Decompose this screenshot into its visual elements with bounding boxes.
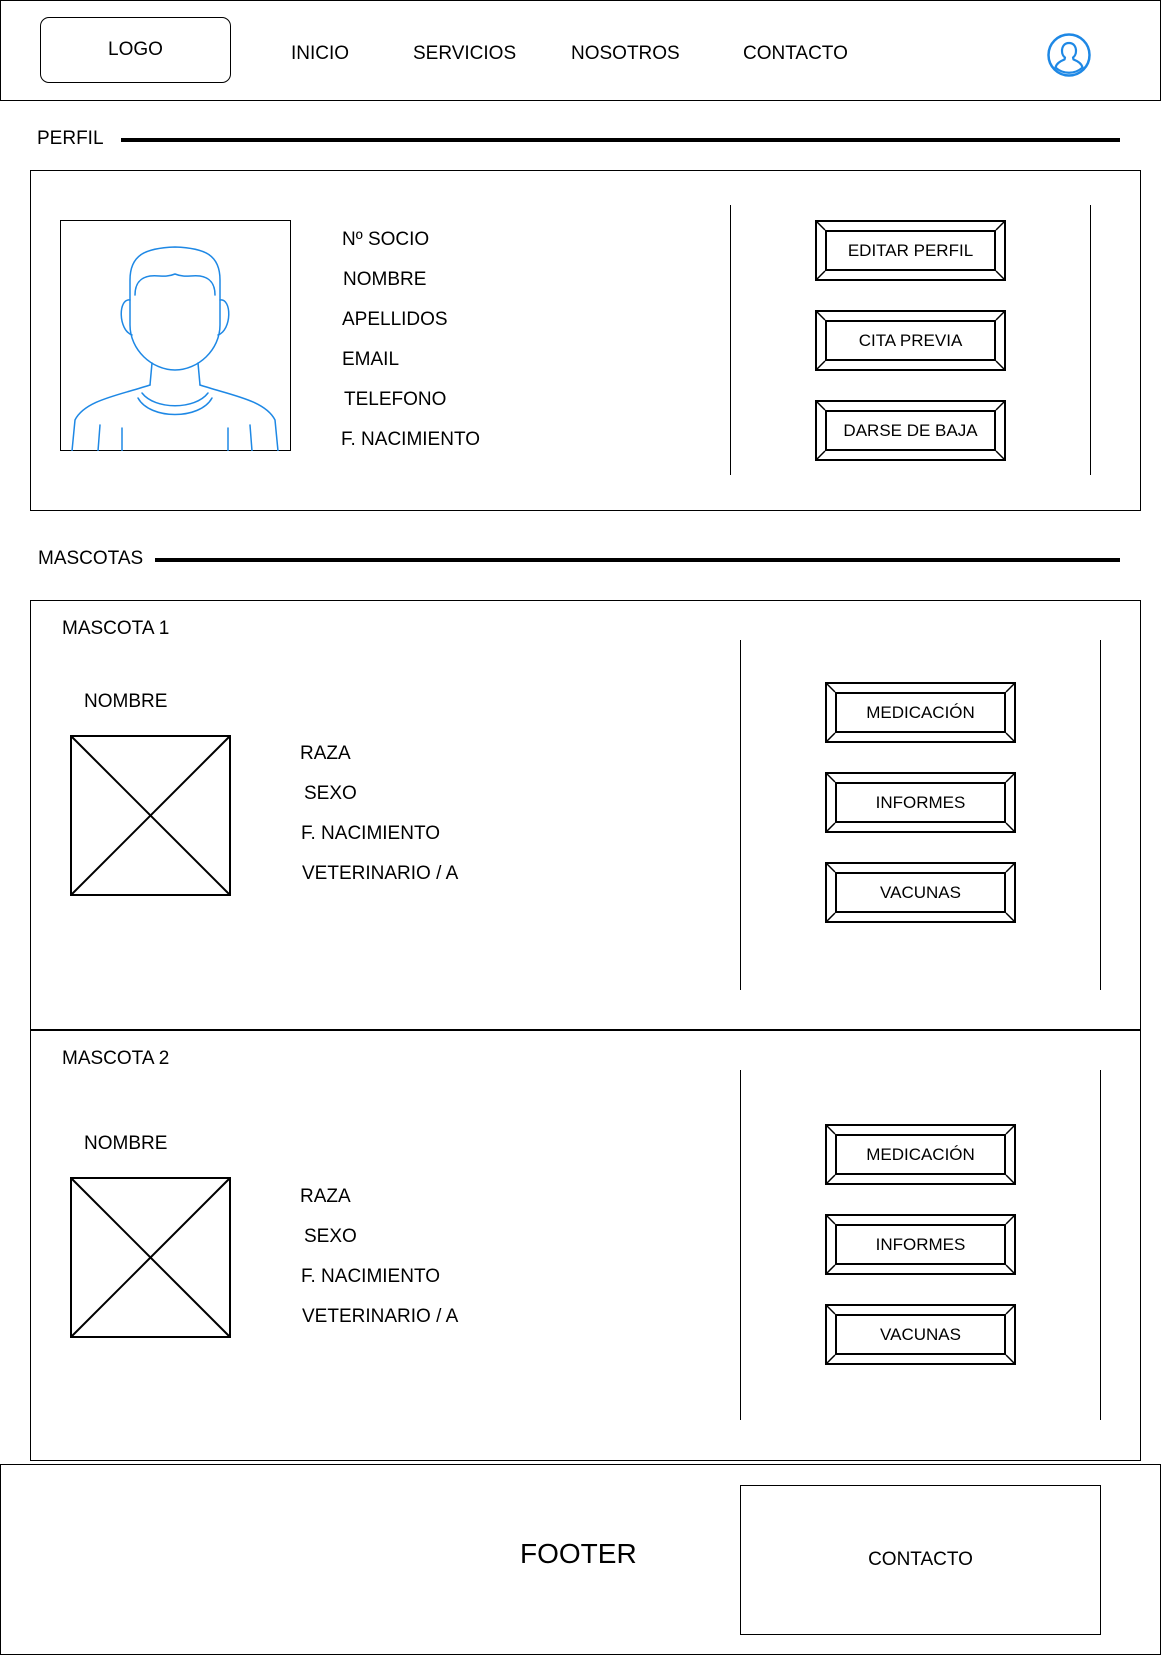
pet-2-divider-left xyxy=(740,1070,741,1420)
profile-field-socio: Nº SOCIO xyxy=(342,229,430,250)
pet-2-divider-right xyxy=(1100,1070,1101,1420)
pet-1-medication-button[interactable]: MEDICACIÓN xyxy=(825,682,1016,743)
pet-2-field-sexo: SEXO xyxy=(304,1226,357,1247)
appointment-label: CITA PREVIA xyxy=(825,320,996,361)
pets-section-divider xyxy=(155,558,1120,562)
edit-profile-label: EDITAR PERFIL xyxy=(825,230,996,271)
pet-2-vaccines-button[interactable]: VACUNAS xyxy=(825,1304,1016,1365)
footer-label: FOOTER xyxy=(520,1538,637,1569)
pet-2-image-placeholder-icon xyxy=(70,1177,231,1338)
pet-1-name: NOMBRE xyxy=(84,691,168,712)
pets-section-title: MASCOTAS xyxy=(38,548,144,569)
profile-divider-right xyxy=(1090,205,1091,475)
profile-divider-left xyxy=(730,205,731,475)
nav-contacto[interactable]: CONTACTO xyxy=(743,43,848,65)
unsubscribe-button[interactable]: DARSE DE BAJA xyxy=(815,400,1006,461)
pet-2-name: NOMBRE xyxy=(84,1133,168,1154)
pet-1-vaccines-button[interactable]: VACUNAS xyxy=(825,862,1016,923)
user-icon[interactable] xyxy=(1047,33,1091,77)
pet-2-reports-label: INFORMES xyxy=(835,1224,1006,1265)
pet-1-reports-label: INFORMES xyxy=(835,782,1006,823)
pet-1-divider-left xyxy=(740,640,741,990)
profile-section-divider xyxy=(121,138,1120,142)
profile-field-nacimiento: F. NACIMIENTO xyxy=(341,429,480,450)
pet-2-vaccines-label: VACUNAS xyxy=(835,1314,1006,1355)
pet-1-image-placeholder-icon xyxy=(70,735,231,896)
pet-1-field-veterinario: VETERINARIO / A xyxy=(302,863,459,884)
pet-2-reports-button[interactable]: INFORMES xyxy=(825,1214,1016,1275)
pet-2-field-veterinario: VETERINARIO / A xyxy=(302,1306,459,1327)
nav-nosotros[interactable]: NOSOTROS xyxy=(571,43,680,65)
profile-field-telefono: TELEFONO xyxy=(344,389,447,410)
pet-2-field-raza: RAZA xyxy=(300,1186,351,1207)
pet-1-vaccines-label: VACUNAS xyxy=(835,872,1006,913)
pet-1-medication-label: MEDICACIÓN xyxy=(835,692,1006,733)
unsubscribe-label: DARSE DE BAJA xyxy=(825,410,996,451)
profile-field-apellidos: APELLIDOS xyxy=(342,309,448,330)
pet-1-reports-button[interactable]: INFORMES xyxy=(825,772,1016,833)
footer-contact-box[interactable]: CONTACTO xyxy=(740,1485,1101,1635)
pet-2-field-nacimiento: F. NACIMIENTO xyxy=(301,1266,440,1287)
pet-2-medication-button[interactable]: MEDICACIÓN xyxy=(825,1124,1016,1185)
profile-section-title: PERFIL xyxy=(37,128,104,149)
nav-servicios[interactable]: SERVICIOS xyxy=(413,43,516,65)
logo[interactable]: LOGO xyxy=(40,17,231,83)
pet-1-title: MASCOTA 1 xyxy=(62,618,170,639)
pet-1-divider-right xyxy=(1100,640,1101,990)
pet-2-medication-label: MEDICACIÓN xyxy=(835,1134,1006,1175)
pet-1-field-sexo: SEXO xyxy=(304,783,357,804)
profile-field-nombre: NOMBRE xyxy=(343,269,427,290)
pet-1-field-raza: RAZA xyxy=(300,743,351,764)
avatar-placeholder-icon xyxy=(60,220,291,452)
footer-contact-label: CONTACTO xyxy=(868,1549,973,1570)
pet-1-field-nacimiento: F. NACIMIENTO xyxy=(301,823,440,844)
profile-field-email: EMAIL xyxy=(342,349,400,370)
pet-2-title: MASCOTA 2 xyxy=(62,1048,170,1069)
appointment-button[interactable]: CITA PREVIA xyxy=(815,310,1006,371)
nav-inicio[interactable]: INICIO xyxy=(291,43,349,65)
edit-profile-button[interactable]: EDITAR PERFIL xyxy=(815,220,1006,281)
